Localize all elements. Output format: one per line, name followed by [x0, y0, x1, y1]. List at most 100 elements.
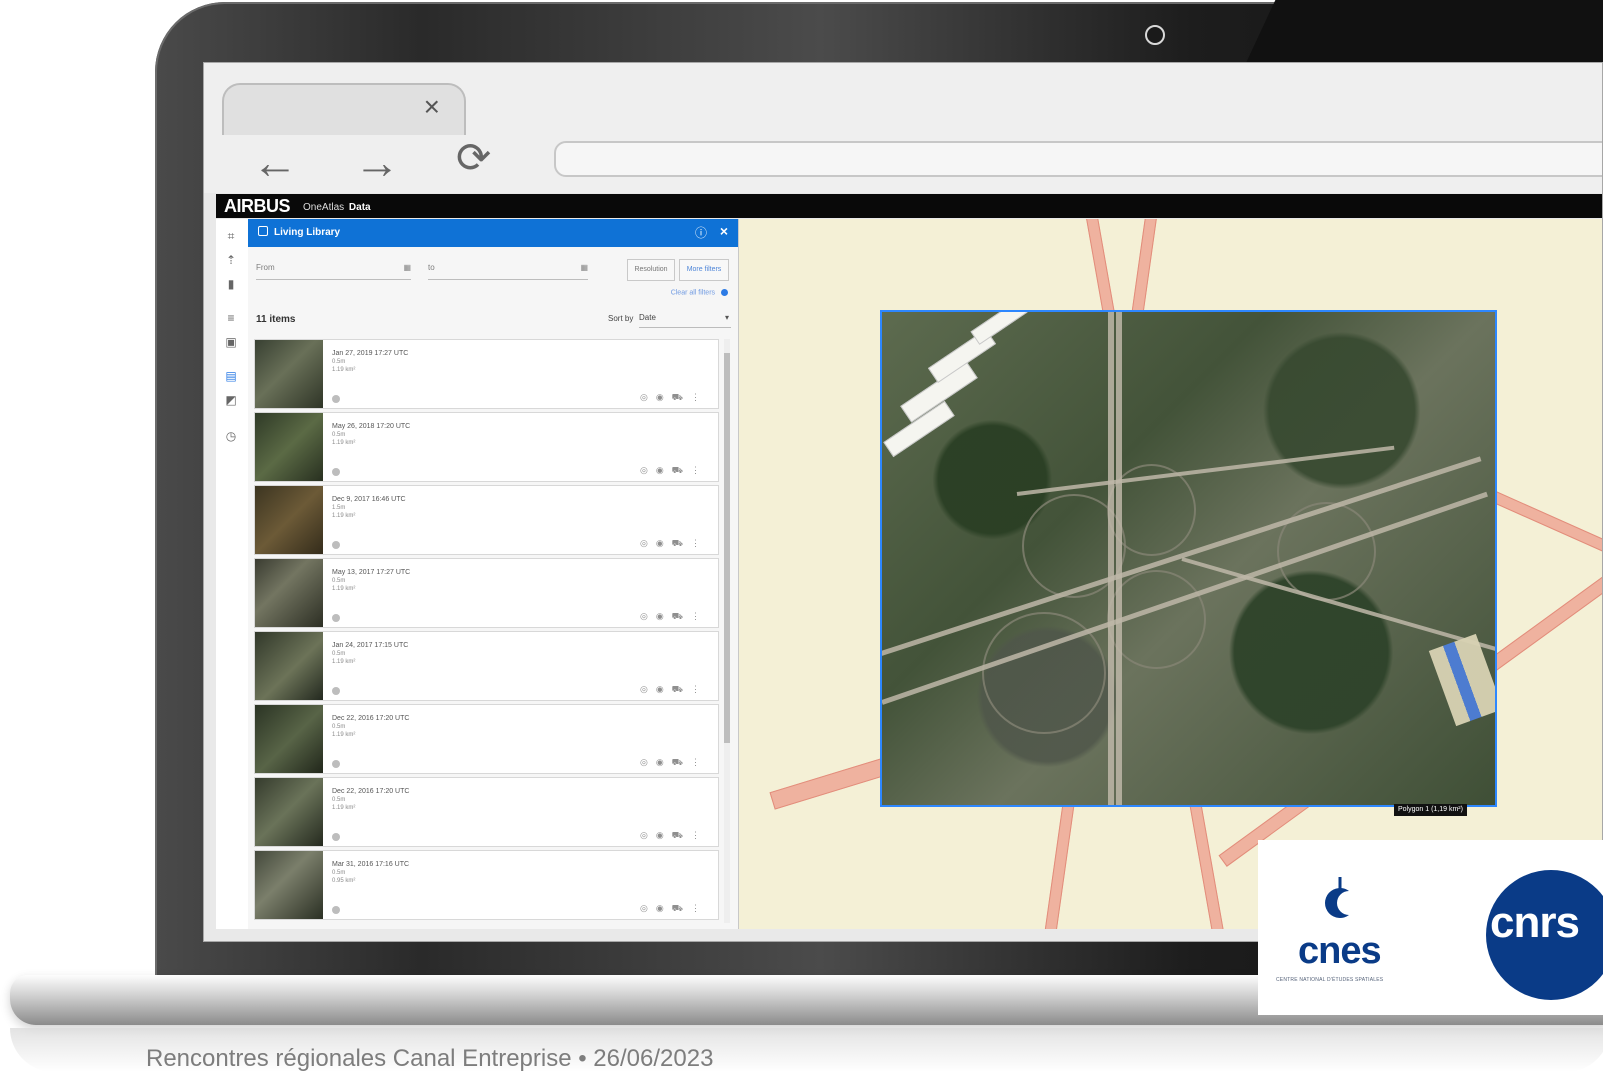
browser-tab[interactable]: ×: [222, 83, 466, 135]
close-icon[interactable]: ×: [720, 223, 728, 239]
select-area-icon[interactable]: ⌗: [224, 229, 238, 243]
info-icon[interactable]: [332, 687, 340, 695]
thumbnail-image[interactable]: [255, 559, 323, 627]
more-icon[interactable]: ⋮: [691, 684, 708, 694]
target-icon[interactable]: ◎: [640, 903, 656, 913]
item-date: Dec 22, 2016 17:20 UTC: [332, 788, 410, 795]
thumbnail-image[interactable]: [255, 632, 323, 700]
cart-icon[interactable]: ⛟: [672, 757, 691, 767]
item-resolution: 0.5m: [332, 870, 346, 876]
more-icon[interactable]: ⋮: [691, 757, 708, 767]
more-icon[interactable]: ⋮: [691, 392, 708, 402]
target-icon[interactable]: ◎: [640, 465, 656, 475]
forward-arrow-icon[interactable]: →: [354, 139, 400, 185]
target-icon[interactable]: ◎: [640, 757, 656, 767]
chevron-down-icon: ▾: [724, 313, 729, 322]
calendar-icon[interactable]: ▦: [580, 263, 588, 272]
cart-icon[interactable]: ⛟: [672, 903, 691, 913]
close-icon[interactable]: ×: [424, 93, 440, 121]
cart-icon[interactable]: ⛟: [672, 611, 691, 621]
help-icon[interactable]: ⓘ: [695, 224, 707, 241]
more-icon[interactable]: ⋮: [691, 903, 708, 913]
history-icon[interactable]: ◷: [224, 429, 238, 443]
cnes-logo-text: cnes: [1298, 930, 1382, 972]
item-resolution: 0.5m: [332, 797, 346, 803]
item-area: 1.19 km²: [332, 367, 356, 373]
clear-filter-icon: [721, 289, 728, 296]
eye-icon[interactable]: ◉: [656, 757, 672, 767]
list-item[interactable]: Dec 22, 2016 17:20 UTC 0.5m 1.19 km² ◎◉⛟…: [254, 704, 719, 774]
calendar-icon[interactable]: ▦: [403, 263, 411, 272]
folder-icon[interactable]: ▣: [224, 335, 238, 349]
satellite-image-overlay[interactable]: [880, 310, 1497, 807]
resolution-button[interactable]: Resolution: [627, 259, 675, 281]
info-icon[interactable]: [332, 760, 340, 768]
more-icon[interactable]: ⋮: [691, 465, 708, 475]
cart-icon[interactable]: ⛟: [672, 684, 691, 694]
eye-icon[interactable]: ◉: [656, 903, 672, 913]
address-bar[interactable]: [554, 141, 1602, 177]
refresh-icon[interactable]: ⟳: [456, 137, 491, 179]
map-view[interactable]: Polygon 1 (1,19 km²): [739, 219, 1602, 929]
item-resolution: 1.5m: [332, 505, 346, 511]
info-icon[interactable]: [332, 906, 340, 914]
item-resolution: 0.5m: [332, 432, 346, 438]
list-item[interactable]: Mar 31, 2016 17:16 UTC 0.5m 0.95 km² ◎◉⛟…: [254, 850, 719, 920]
more-filters-button[interactable]: More filters: [679, 259, 729, 281]
eye-icon[interactable]: ◉: [656, 392, 672, 402]
list-item[interactable]: May 26, 2018 17:20 UTC 0.5m 1.19 km² ◎◉⛟…: [254, 412, 719, 482]
thumbnail-image[interactable]: [255, 340, 323, 408]
more-icon[interactable]: ⋮: [691, 611, 708, 621]
thumbnail-image[interactable]: [255, 413, 323, 481]
item-date: May 13, 2017 17:27 UTC: [332, 569, 411, 576]
target-icon[interactable]: ◎: [640, 611, 656, 621]
image-icon[interactable]: ◩: [224, 393, 238, 407]
cart-icon[interactable]: ⛟: [672, 465, 691, 475]
target-icon[interactable]: ◎: [640, 392, 656, 402]
thumbnail-image[interactable]: [255, 851, 323, 919]
items-count: 11 items: [256, 314, 296, 325]
item-actions: ◎◉⛟⋮: [640, 611, 708, 623]
target-icon[interactable]: ◎: [640, 684, 656, 694]
thumbnail-image[interactable]: [255, 486, 323, 554]
target-icon[interactable]: ◎: [640, 538, 656, 548]
list-item[interactable]: May 13, 2017 17:27 UTC 0.5m 1.19 km² ◎◉⛟…: [254, 558, 719, 628]
cart-icon[interactable]: ⛟: [672, 538, 691, 548]
thumbnail-image[interactable]: [255, 705, 323, 773]
eye-icon[interactable]: ◉: [656, 684, 672, 694]
list-item[interactable]: Dec 9, 2017 16:46 UTC 1.5m 1.19 km² ◎◉⛟⋮: [254, 485, 719, 555]
library-icon[interactable]: ▤: [224, 369, 238, 383]
thumbnail-image[interactable]: [255, 778, 323, 846]
eye-icon[interactable]: ◉: [656, 611, 672, 621]
eye-icon[interactable]: ◉: [656, 465, 672, 475]
info-icon[interactable]: [332, 833, 340, 841]
from-date-field[interactable]: From ▦: [256, 263, 411, 280]
back-arrow-icon[interactable]: ←: [252, 139, 298, 185]
more-icon[interactable]: ⋮: [691, 830, 708, 840]
clear-filters-link[interactable]: Clear all filters: [671, 289, 728, 296]
info-icon[interactable]: [332, 468, 340, 476]
results-scrollbar[interactable]: [724, 339, 730, 923]
more-icon[interactable]: ⋮: [691, 538, 708, 548]
scroll-thumb[interactable]: [724, 353, 730, 743]
sort-select[interactable]: Date ▾: [639, 313, 731, 328]
info-icon[interactable]: [332, 614, 340, 622]
list-item[interactable]: Jan 27, 2019 17:27 UTC 0.5m 1.19 km² ◎◉⛟…: [254, 339, 719, 409]
cart-icon[interactable]: ⛟: [672, 392, 691, 402]
to-date-field[interactable]: to ▦: [428, 263, 588, 280]
info-icon[interactable]: [332, 541, 340, 549]
cart-icon[interactable]: ⛟: [672, 830, 691, 840]
list-item[interactable]: Dec 22, 2016 17:20 UTC 0.5m 1.19 km² ◎◉⛟…: [254, 777, 719, 847]
layers-icon[interactable]: ≡: [224, 311, 238, 325]
trash-icon[interactable]: ▮: [224, 277, 238, 291]
item-actions: ◎◉⛟⋮: [640, 465, 708, 477]
eye-icon[interactable]: ◉: [656, 538, 672, 548]
upload-icon[interactable]: ⇡: [224, 253, 238, 267]
eye-icon[interactable]: ◉: [656, 830, 672, 840]
list-item[interactable]: Jan 24, 2017 17:15 UTC 0.5m 1.19 km² ◎◉⛟…: [254, 631, 719, 701]
target-icon[interactable]: ◎: [640, 830, 656, 840]
item-resolution: 0.5m: [332, 724, 346, 730]
item-resolution: 0.5m: [332, 359, 346, 365]
item-date: May 26, 2018 17:20 UTC: [332, 423, 411, 430]
info-icon[interactable]: [332, 395, 340, 403]
